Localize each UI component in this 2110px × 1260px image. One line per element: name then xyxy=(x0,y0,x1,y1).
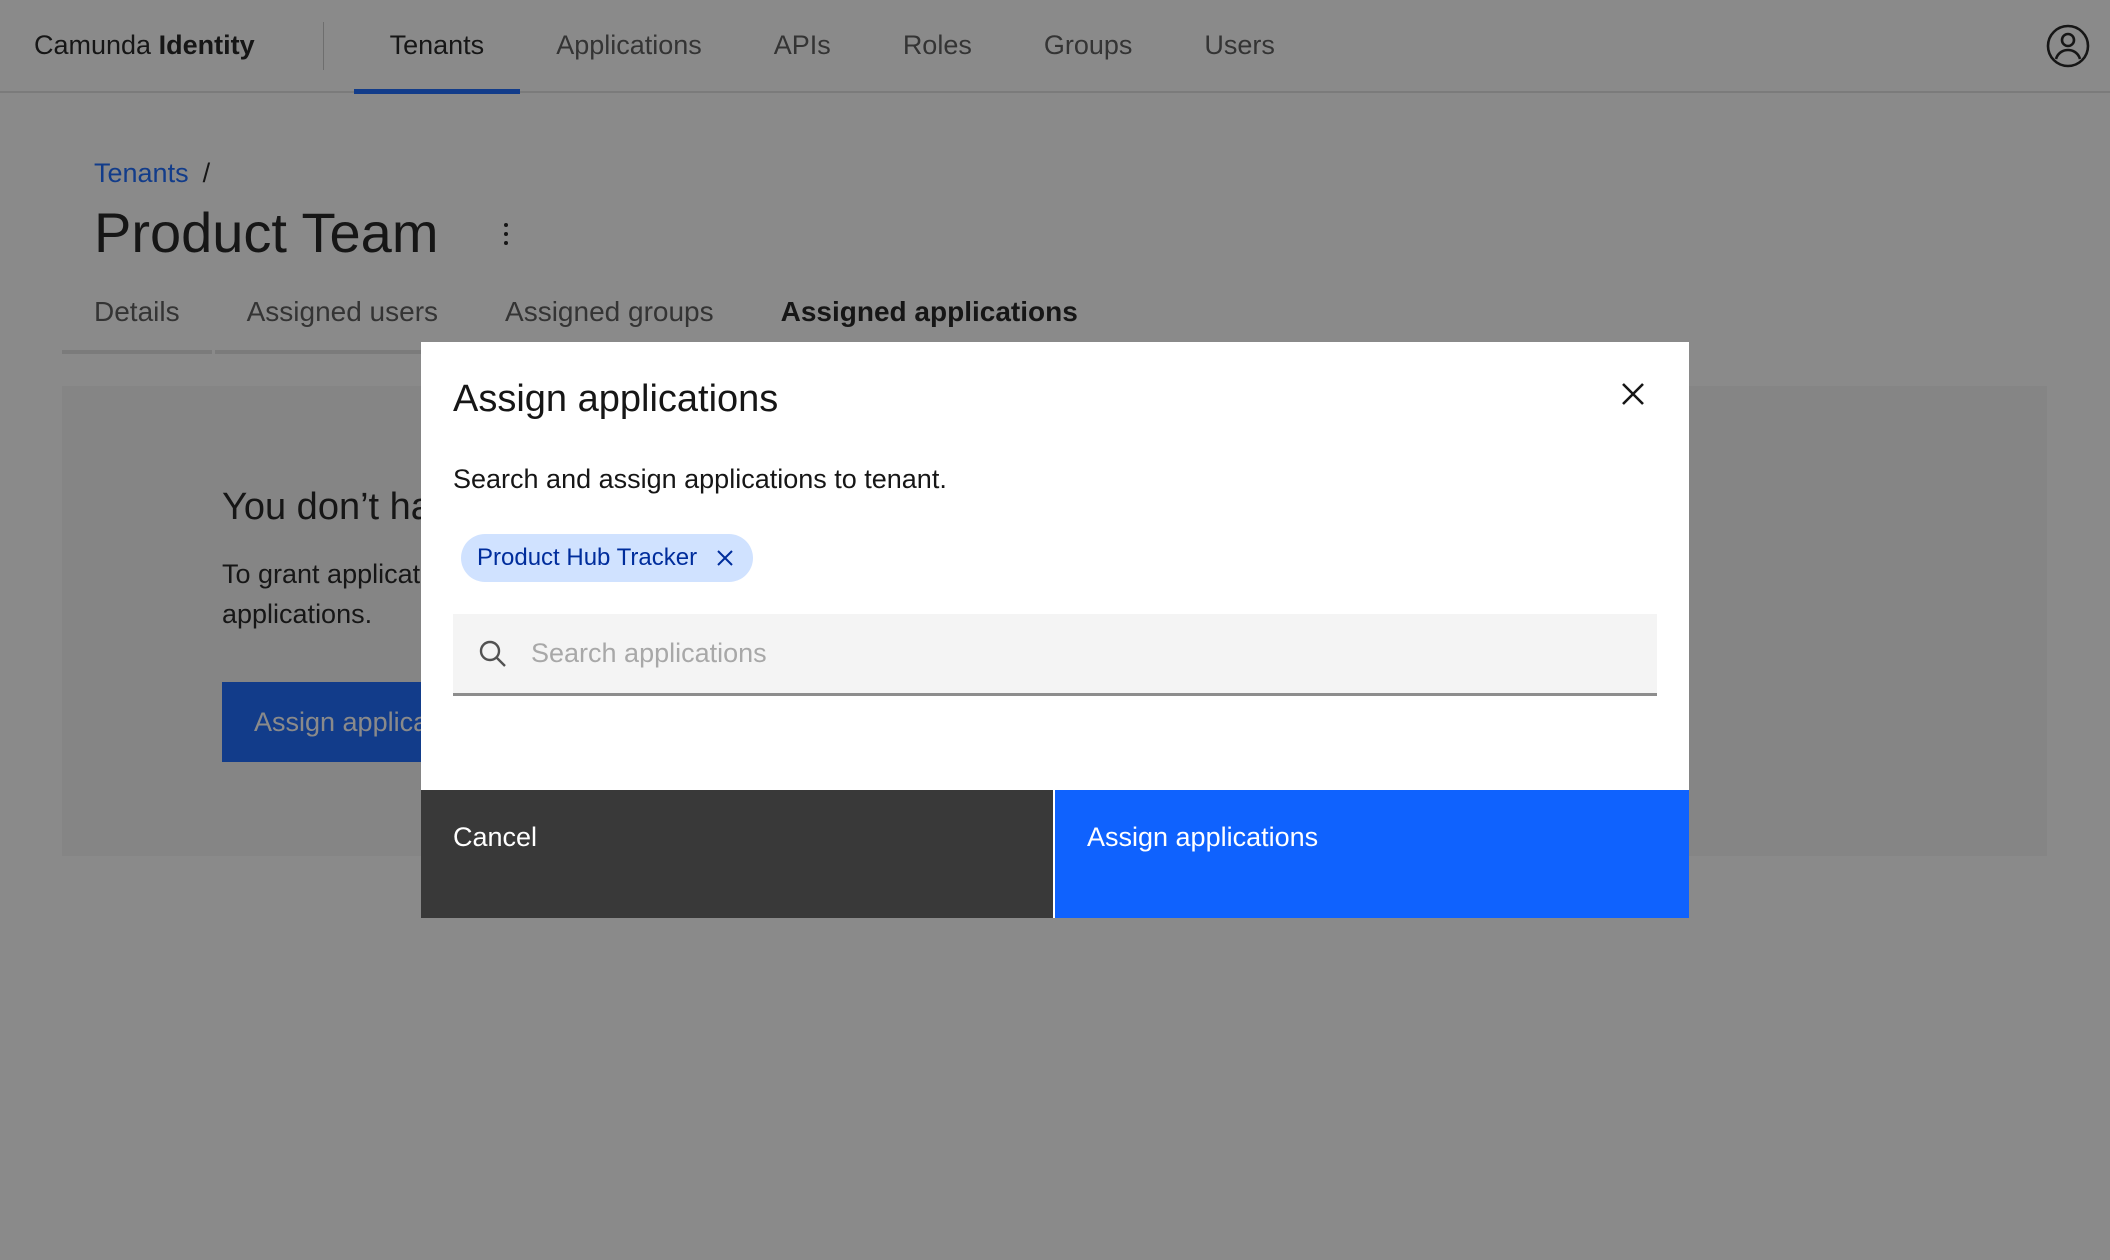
selected-application-tag: Product Hub Tracker xyxy=(461,534,754,582)
assign-applications-button[interactable]: Assign applications xyxy=(1055,790,1689,918)
search-field xyxy=(453,614,1657,696)
search-applications-input[interactable] xyxy=(531,614,1657,693)
assign-applications-modal: Assign applications Search and assign ap… xyxy=(421,342,1689,918)
tag-label: Product Hub Tracker xyxy=(477,544,698,571)
modal-title: Assign applications xyxy=(453,378,779,420)
modal-description: Search and assign applications to tenant… xyxy=(453,464,947,494)
modal-footer: Cancel Assign applications xyxy=(421,790,1689,918)
cancel-button[interactable]: Cancel xyxy=(421,790,1053,918)
search-icon xyxy=(477,638,509,670)
tag-remove-icon[interactable] xyxy=(713,546,737,570)
close-icon[interactable] xyxy=(1609,370,1657,418)
